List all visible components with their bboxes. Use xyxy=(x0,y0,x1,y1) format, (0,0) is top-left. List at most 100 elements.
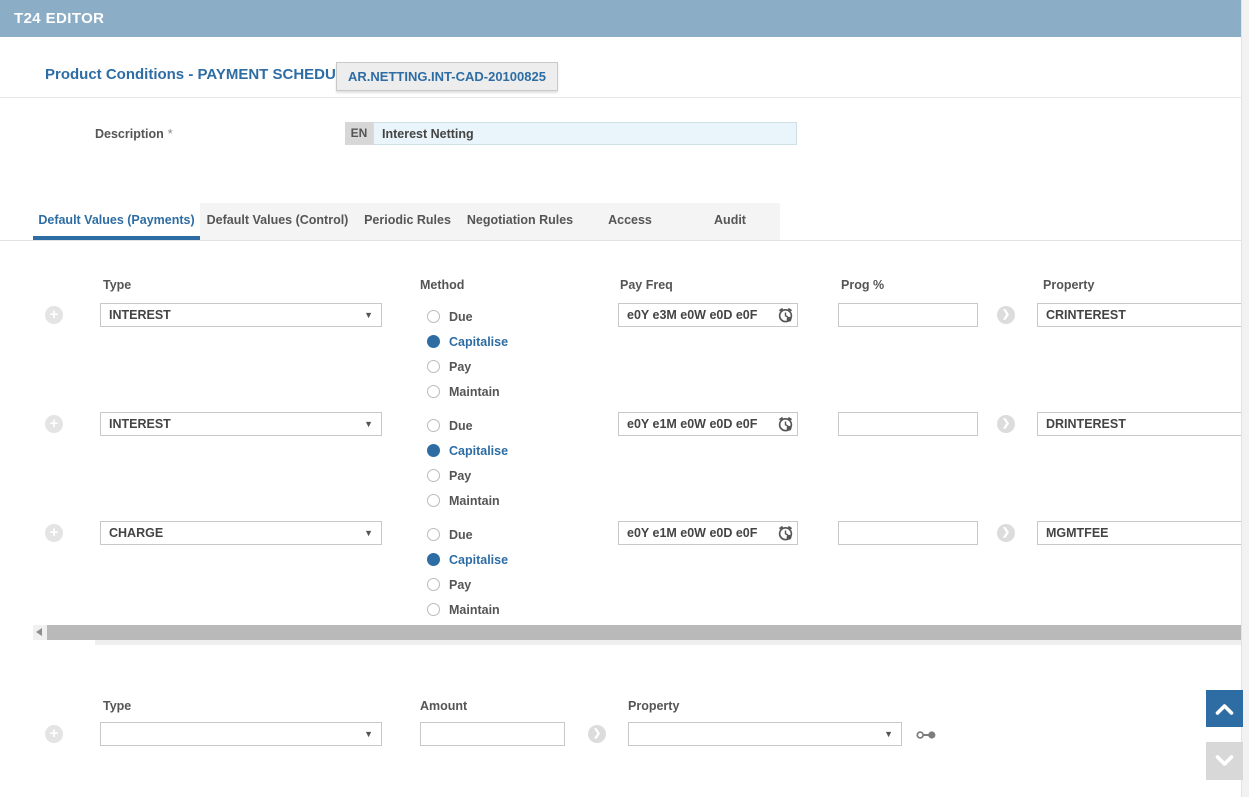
pay-freq-input[interactable] xyxy=(618,521,798,545)
radio-option-due[interactable]: Due xyxy=(427,304,508,329)
radio-circle-icon xyxy=(427,578,440,591)
radio-circle-icon xyxy=(427,603,440,616)
dropdown-caret-icon: ▼ xyxy=(364,310,373,320)
property-select[interactable]: ▼ xyxy=(628,722,902,746)
add-row-button[interactable]: + xyxy=(45,524,63,542)
method-radio-group: Due Capitalise Pay Maintain xyxy=(427,522,508,622)
property-input[interactable] xyxy=(1037,412,1249,436)
type-select-value: CHARGE xyxy=(109,526,163,540)
tab-access[interactable]: Access xyxy=(580,203,680,240)
radio-option-capitalise[interactable]: Capitalise xyxy=(427,329,508,354)
radio-circle-icon xyxy=(427,444,440,457)
radio-option-due[interactable]: Due xyxy=(427,413,508,438)
scrollbar-left-arrow[interactable] xyxy=(33,625,47,640)
pay-freq-field xyxy=(618,412,798,436)
prog-pct-input[interactable] xyxy=(838,303,978,327)
right-edge-gutter xyxy=(1241,0,1249,797)
radio-label: Capitalise xyxy=(449,335,508,349)
add-row-button[interactable]: + xyxy=(45,415,63,433)
chevron-right-icon: ❯ xyxy=(1002,418,1010,429)
type-select[interactable]: CHARGE ▼ xyxy=(100,521,382,545)
radio-label: Maintain xyxy=(449,494,500,508)
t24-editor-window: T24 EDITOR Product Conditions - PAYMENT … xyxy=(0,0,1249,797)
radio-option-pay[interactable]: Pay xyxy=(427,572,508,597)
prog-pct-input[interactable] xyxy=(838,521,978,545)
radio-label: Maintain xyxy=(449,385,500,399)
tab-default-values-control[interactable]: Default Values (Control) xyxy=(200,203,355,240)
dropdown-caret-icon: ▼ xyxy=(364,729,373,739)
pay-freq-input[interactable] xyxy=(618,303,798,327)
radio-option-maintain[interactable]: Maintain xyxy=(427,597,508,622)
dropdown-caret-icon: ▼ xyxy=(364,528,373,538)
required-asterisk: * xyxy=(168,127,173,141)
scroll-down-button[interactable] xyxy=(1206,742,1243,780)
column-header-amount: Amount xyxy=(420,699,467,713)
radio-option-maintain[interactable]: Maintain xyxy=(427,379,508,404)
page-title: Product Conditions - PAYMENT SCHEDULE xyxy=(45,66,355,83)
column-header-type: Type xyxy=(103,278,131,292)
prog-pct-input[interactable] xyxy=(838,412,978,436)
column-header-method: Method xyxy=(420,278,464,292)
horizontal-scrollbar[interactable] xyxy=(33,625,1241,640)
frequency-clock-icon[interactable] xyxy=(777,524,794,542)
radio-option-pay[interactable]: Pay xyxy=(427,463,508,488)
radio-label: Pay xyxy=(449,469,471,483)
payment-row: + CHARGE ▼ Due Capitalise Pay Maintain ❯ xyxy=(0,521,1249,630)
method-radio-group: Due Capitalise Pay Maintain xyxy=(427,413,508,513)
radio-label: Pay xyxy=(449,360,471,374)
tab-periodic-rules[interactable]: Periodic Rules xyxy=(355,203,460,240)
payment-row: + INTEREST ▼ Due Capitalise Pay Maintain… xyxy=(0,303,1249,412)
radio-label: Maintain xyxy=(449,603,500,617)
tab-audit[interactable]: Audit xyxy=(680,203,780,240)
radio-circle-icon xyxy=(427,494,440,507)
column-header-property: Property xyxy=(1043,278,1094,292)
type-select[interactable]: INTEREST ▼ xyxy=(100,412,382,436)
frequency-clock-icon[interactable] xyxy=(777,415,794,433)
link-key-icon[interactable] xyxy=(916,729,937,741)
description-field-group: EN xyxy=(345,122,797,145)
scrollbar-lower-track xyxy=(95,640,1241,645)
type-select-value: INTEREST xyxy=(109,308,171,322)
chevron-right-icon: ❯ xyxy=(593,728,601,739)
column-header-type: Type xyxy=(103,699,131,713)
radio-option-capitalise[interactable]: Capitalise xyxy=(427,547,508,572)
radio-circle-icon xyxy=(427,528,440,541)
expand-arrow-button[interactable]: ❯ xyxy=(588,725,606,743)
property-input[interactable] xyxy=(1037,521,1249,545)
radio-option-pay[interactable]: Pay xyxy=(427,354,508,379)
add-row-button[interactable]: + xyxy=(45,306,63,324)
type-select[interactable]: INTEREST ▼ xyxy=(100,303,382,327)
app-title: T24 EDITOR xyxy=(14,10,104,27)
dropdown-caret-icon: ▼ xyxy=(364,419,373,429)
type-select[interactable]: ▼ xyxy=(100,722,382,746)
radio-option-capitalise[interactable]: Capitalise xyxy=(427,438,508,463)
radio-circle-icon xyxy=(427,335,440,348)
radio-circle-icon xyxy=(427,553,440,566)
add-row-button[interactable]: + xyxy=(45,725,63,743)
radio-circle-icon xyxy=(427,385,440,398)
radio-option-due[interactable]: Due xyxy=(427,522,508,547)
description-label-text: Description xyxy=(95,127,164,141)
chevron-down-icon xyxy=(1214,754,1235,768)
method-radio-group: Due Capitalise Pay Maintain xyxy=(427,304,508,404)
scrollbar-thumb[interactable] xyxy=(47,625,1241,640)
property-input[interactable] xyxy=(1037,303,1249,327)
tab-default-values-payments[interactable]: Default Values (Payments) xyxy=(33,203,200,240)
amount-input[interactable] xyxy=(420,722,565,746)
tab-negotiation-rules[interactable]: Negotiation Rules xyxy=(460,203,580,240)
description-label: Description * xyxy=(95,127,173,141)
frequency-clock-icon[interactable] xyxy=(777,306,794,324)
tab-bar-underline xyxy=(0,240,1241,241)
expand-arrow-button[interactable]: ❯ xyxy=(997,415,1015,433)
pay-freq-input[interactable] xyxy=(618,412,798,436)
expand-arrow-button[interactable]: ❯ xyxy=(997,306,1015,324)
chevron-right-icon: ❯ xyxy=(1002,309,1010,320)
column-header-prog-pct: Prog % xyxy=(841,278,884,292)
scroll-up-button[interactable] xyxy=(1206,690,1243,727)
title-separator xyxy=(0,97,1241,98)
charge-row: + ▼ ❯ ▼ xyxy=(0,722,1249,752)
radio-option-maintain[interactable]: Maintain xyxy=(427,488,508,513)
expand-arrow-button[interactable]: ❯ xyxy=(997,524,1015,542)
radio-label: Due xyxy=(449,419,473,433)
description-input[interactable] xyxy=(373,122,797,145)
